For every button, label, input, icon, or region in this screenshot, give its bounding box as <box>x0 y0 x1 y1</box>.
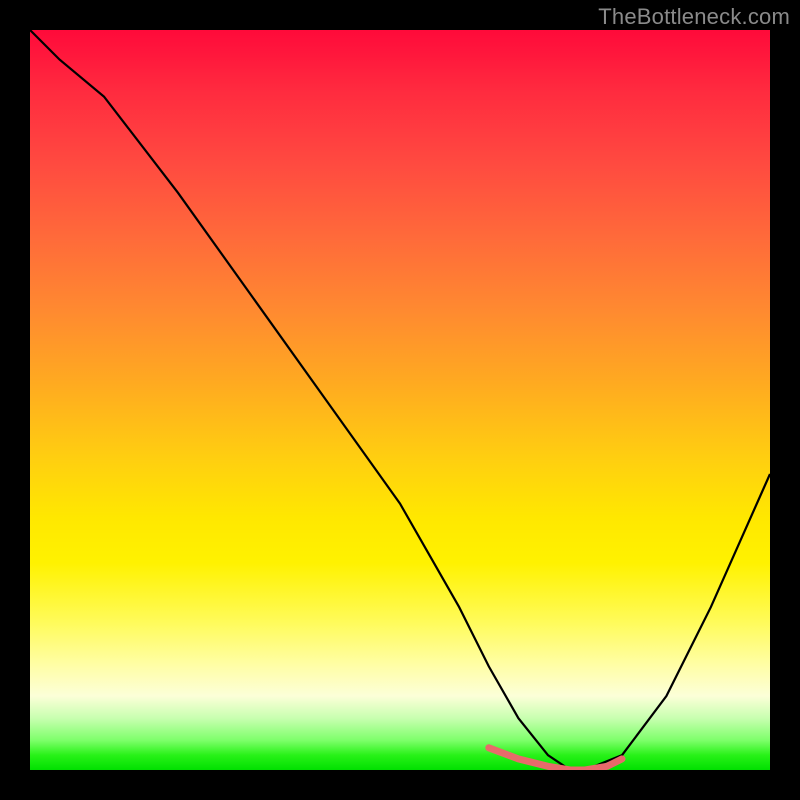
watermark-text: TheBottleneck.com <box>598 4 790 30</box>
optimal-range-marker <box>30 30 770 770</box>
plot-area <box>30 30 770 770</box>
chart-frame: TheBottleneck.com <box>0 0 800 800</box>
valley-path <box>489 748 622 770</box>
